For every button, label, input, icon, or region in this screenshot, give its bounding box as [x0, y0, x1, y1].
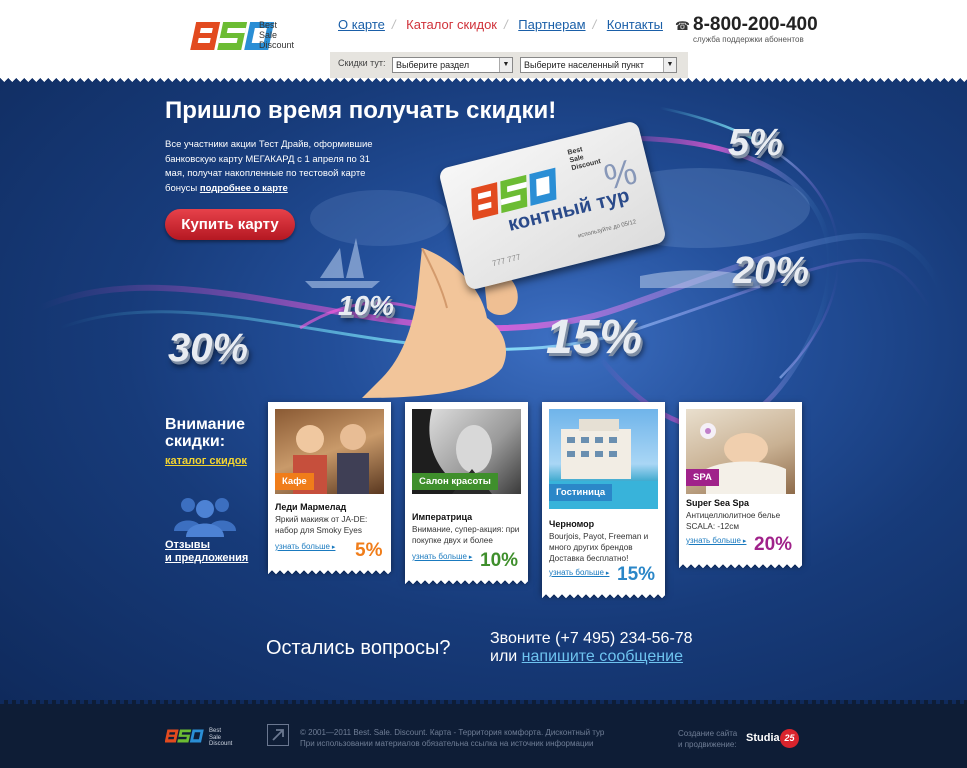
attention-heading: Внимание скидки: — [165, 416, 245, 450]
site-header: Best Sale Discount О карте / Каталог скид… — [0, 0, 967, 80]
made-by-text: Создание сайта и продвижение: — [678, 729, 738, 749]
city-select-value: Выберите населенный пункт — [524, 60, 644, 70]
offer-discount: 20% — [754, 534, 793, 555]
zigzag-edge — [542, 593, 665, 599]
offer-more-link[interactable]: узнать больше — [549, 568, 609, 577]
hero-description: Все участники акции Тест Драйв, оформивш… — [165, 138, 380, 196]
support-phone-caption: служба поддержки абонентов — [693, 35, 804, 44]
chevron-down-icon: ▼ — [663, 58, 676, 72]
nav-separator: / — [592, 17, 597, 32]
people-icon[interactable] — [172, 495, 238, 537]
card-details-link[interactable]: подробнее о карте — [200, 183, 288, 194]
zigzag-edge — [405, 579, 528, 585]
offer-name: Super Sea Spa — [686, 498, 750, 508]
offer-tag: Салон красоты — [412, 473, 498, 490]
studio-logo[interactable]: Studia — [746, 732, 780, 744]
percent-30: 30% — [168, 326, 249, 370]
zigzag-edge — [679, 563, 802, 569]
contact-phone: Звоните (+7 495) 234-56-78 — [490, 630, 693, 647]
studio-badge[interactable]: 25 — [780, 729, 799, 748]
percent-15: 15% — [546, 311, 643, 364]
contact-info: Звоните (+7 495) 234-56-78 или напишите … — [490, 630, 693, 666]
nav-separator: / — [504, 17, 508, 32]
offer-discount: 10% — [480, 550, 519, 571]
discount-filter: Скидки тут: Выберите раздел ▼ Выберите н… — [330, 52, 688, 80]
main-nav: О карте / Каталог скидок / Партнерам / Конт… — [338, 17, 670, 32]
offer-card-hotel[interactable]: Гостиница Черномор Bourjois, Payot, Free… — [542, 402, 665, 599]
offer-description: Внимание, супер-акция: при покупке двух … — [412, 525, 520, 545]
hero-section: Пришло время получать скидки! Все участн… — [0, 78, 967, 702]
offer-more-link[interactable]: узнать больше — [412, 552, 472, 561]
copyright-text: © 2001—2011 Best. Sale. Discount. Карта … — [300, 728, 605, 748]
filter-label: Скидки тут: — [338, 58, 386, 68]
offer-tag: Гостиница — [549, 484, 613, 501]
offer-photo: Кафе — [275, 409, 384, 494]
nav-contacts[interactable]: Контакты — [607, 17, 663, 32]
phone-icon: ☎ — [675, 19, 690, 33]
offer-card-beauty[interactable]: Салон красоты Императрица Внимание, супе… — [405, 402, 528, 585]
footer-logo[interactable] — [165, 727, 207, 745]
offer-discount: 5% — [355, 540, 383, 561]
support-phone: 8-800-200-400 — [693, 14, 818, 35]
logo-tagline: Best Sale Discount — [259, 20, 295, 50]
site-footer: Best Sale Discount © 2001—2011 Best. Sale.… — [0, 700, 967, 768]
offer-card-cafe[interactable]: Кафе Леди Мармелад Яркий макияж от JA-DE… — [268, 402, 391, 575]
offer-photo: Салон красоты — [412, 409, 521, 494]
offer-description: Антицеллюлитное белье SCALA: -12см — [686, 511, 781, 531]
footer-tagline: Best Sale Discount — [209, 728, 233, 747]
percent-20: 20% — [733, 250, 810, 292]
nav-about[interactable]: О карте — [338, 17, 385, 32]
offer-name: Черномор — [549, 519, 595, 529]
offer-card-spa[interactable]: SPA Super Sea Spa Антицеллюлитное белье … — [679, 402, 802, 569]
hero-title: Пришло время получать скидки! — [165, 97, 557, 124]
city-select[interactable]: Выберите населенный пункт ▼ — [520, 57, 677, 73]
chevron-down-icon: ▼ — [499, 58, 512, 72]
nav-catalog[interactable]: Каталог скидок — [406, 17, 497, 32]
write-message-link[interactable]: напишите сообщение — [522, 648, 683, 665]
external-link-icon[interactable] — [267, 724, 289, 746]
offer-more-link[interactable]: узнать больше — [275, 542, 335, 551]
card-valid: используйте до 05/12 — [577, 219, 637, 240]
zigzag-edge — [0, 700, 967, 704]
offer-name: Леди Мармелад — [275, 502, 347, 512]
offer-more-link[interactable]: узнать больше — [686, 536, 746, 545]
offer-description: Bourjois, Payot, Freeman и много других … — [549, 532, 649, 563]
card-number: 777 777 — [491, 252, 522, 269]
buy-card-button[interactable]: Купить карту — [165, 209, 295, 240]
nav-partners[interactable]: Партнерам — [518, 17, 585, 32]
contact-or: или — [490, 648, 518, 665]
reviews-link[interactable]: Отзывы и предложения — [165, 539, 248, 565]
questions-heading: Остались вопросы? — [266, 637, 451, 659]
offer-discount: 15% — [617, 564, 656, 585]
offer-photo: SPA — [686, 409, 795, 494]
offer-description: Яркий макияж от JA-DE: набор для Smoky E… — [275, 515, 368, 535]
card-brand: Best Sale Discount — [566, 146, 602, 173]
offer-photo: Гостиница — [549, 409, 658, 509]
zigzag-edge — [268, 569, 391, 575]
section-select-value: Выберите раздел — [396, 60, 470, 70]
offer-name: Императрица — [412, 512, 473, 522]
catalog-link[interactable]: каталог скидок — [165, 455, 247, 467]
nav-separator: / — [391, 17, 396, 32]
offer-tag: SPA — [686, 469, 719, 486]
percent-5: 5% — [728, 122, 783, 164]
offer-tag: Кафе — [275, 473, 314, 490]
section-select[interactable]: Выберите раздел ▼ — [392, 57, 513, 73]
